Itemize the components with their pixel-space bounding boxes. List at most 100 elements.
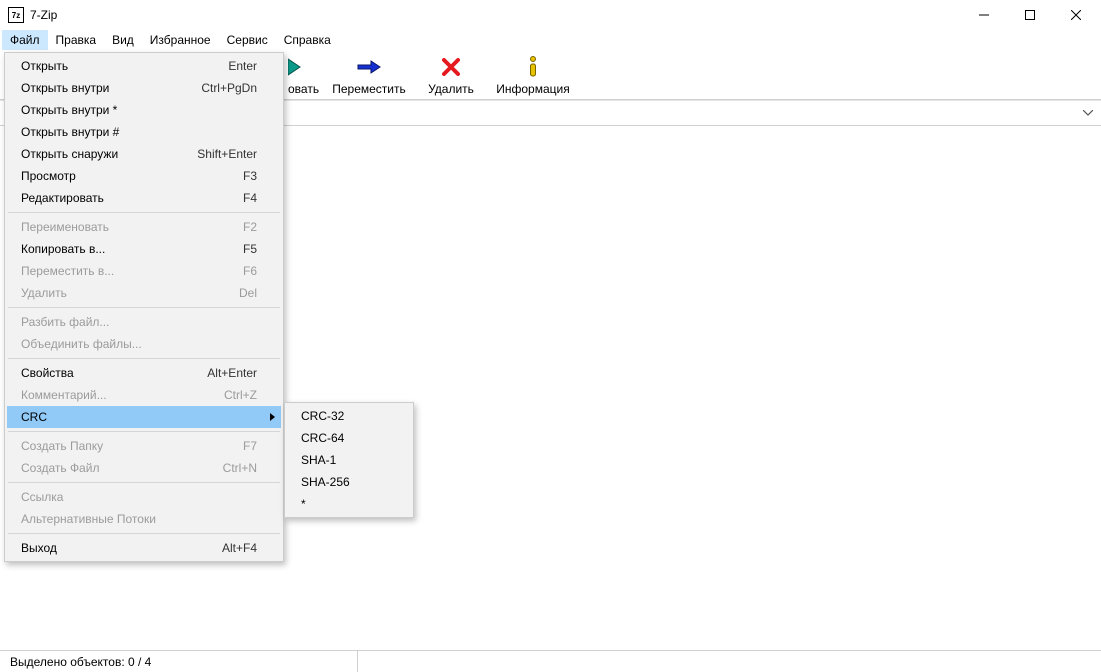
menu-item-label: Ссылка [21, 490, 257, 504]
menu-item-label: Объединить файлы... [21, 337, 257, 351]
file-menu-item[interactable]: РедактироватьF4 [7, 187, 281, 209]
menu-separator [8, 212, 280, 213]
file-menu-item: Создать ФайлCtrl+N [7, 457, 281, 479]
file-menu-item[interactable]: ПросмотрF3 [7, 165, 281, 187]
menu-item-label: Переместить в... [21, 264, 243, 278]
file-menu-item: Ссылка [7, 486, 281, 508]
menu-item-shortcut: Alt+F4 [222, 541, 257, 555]
file-menu-item: Переместить в...F6 [7, 260, 281, 282]
menu-item-shortcut: F5 [243, 242, 257, 256]
menu-item-label: Переименовать [21, 220, 243, 234]
toolbar-info-label: Информация [496, 82, 569, 96]
menu-item-label: Открыть [21, 59, 228, 73]
file-menu-item[interactable]: Копировать в...F5 [7, 238, 281, 260]
menu-item-label: Открыть внутри * [21, 103, 257, 117]
toolbar-move[interactable]: Переместить [328, 50, 410, 99]
menu-item-label: Просмотр [21, 169, 243, 183]
crc-submenu-item[interactable]: SHA-1 [287, 449, 411, 471]
file-menu-item[interactable]: Открыть снаружиShift+Enter [7, 143, 281, 165]
menu-separator [8, 431, 280, 432]
menu-item-shortcut: F3 [243, 169, 257, 183]
menu-item-label: Открыть снаружи [21, 147, 197, 161]
crc-submenu-item[interactable]: CRC-32 [287, 405, 411, 427]
toolbar-extract[interactable]: овать [288, 50, 328, 99]
menu-help[interactable]: Справка [276, 30, 339, 50]
info-icon [526, 54, 540, 80]
menu-item-shortcut: F6 [243, 264, 257, 278]
submenu-arrow-icon [270, 413, 275, 421]
file-menu-item: ПереименоватьF2 [7, 216, 281, 238]
menu-tools[interactable]: Сервис [219, 30, 276, 50]
close-button[interactable] [1053, 0, 1099, 30]
file-menu-item[interactable]: Открыть внутриCtrl+PgDn [7, 77, 281, 99]
menu-item-shortcut: Ctrl+N [223, 461, 257, 475]
file-menu-item[interactable]: ВыходAlt+F4 [7, 537, 281, 559]
toolbar-info[interactable]: Информация [492, 50, 574, 99]
menu-item-label: Создать Файл [21, 461, 223, 475]
maximize-button[interactable] [1007, 0, 1053, 30]
menu-item-label: CRC-64 [301, 431, 387, 445]
menu-item-label: Свойства [21, 366, 207, 380]
menu-favorites[interactable]: Избранное [142, 30, 219, 50]
menu-item-label: CRC-32 [301, 409, 387, 423]
crc-submenu-dropdown: CRC-32 CRC-64 SHA-1 SHA-256 * [284, 402, 414, 518]
file-menu-item: Комментарий...Ctrl+Z [7, 384, 281, 406]
menu-item-label: CRC [21, 410, 257, 424]
chevron-down-icon[interactable] [1081, 106, 1095, 120]
file-menu-item: Создать ПапкуF7 [7, 435, 281, 457]
file-menu-item: Альтернативные Потоки [7, 508, 281, 530]
status-selection: Выделено объектов: 0 / 4 [4, 651, 157, 672]
window-title: 7-Zip [30, 8, 57, 22]
app-icon: 7z [8, 7, 24, 23]
menu-item-label: Открыть внутри [21, 81, 201, 95]
app-window: 7z 7-Zip Файл Правка Вид Избранное Серви… [0, 0, 1101, 672]
toolbar-delete[interactable]: Удалить [410, 50, 492, 99]
status-bar: Выделено объектов: 0 / 4 [0, 650, 1101, 672]
menu-item-label: Комментарий... [21, 388, 224, 402]
menu-item-shortcut: Alt+Enter [207, 366, 257, 380]
menu-item-label: SHA-1 [301, 453, 387, 467]
menubar: Файл Правка Вид Избранное Сервис Справка [0, 30, 1101, 50]
file-menu-item[interactable]: Открыть внутри # [7, 121, 281, 143]
arrow-right-blue-icon [356, 54, 382, 80]
menu-separator [8, 358, 280, 359]
menu-item-label: SHA-256 [301, 475, 387, 489]
menu-item-shortcut: Ctrl+PgDn [201, 81, 257, 95]
menu-item-shortcut: F2 [243, 220, 257, 234]
menu-item-shortcut: F4 [243, 191, 257, 205]
menu-item-label: * [301, 497, 387, 511]
toolbar-move-label: Переместить [332, 82, 406, 96]
menu-item-label: Копировать в... [21, 242, 243, 256]
arrow-right-teal-icon [288, 54, 310, 80]
file-menu-item[interactable]: CRC [7, 406, 281, 428]
file-menu-item[interactable]: ОткрытьEnter [7, 55, 281, 77]
menu-item-label: Редактировать [21, 191, 243, 205]
file-menu-item[interactable]: СвойстваAlt+Enter [7, 362, 281, 384]
menu-file[interactable]: Файл [2, 30, 48, 50]
menu-item-shortcut: Shift+Enter [197, 147, 257, 161]
file-menu-item: Разбить файл... [7, 311, 281, 333]
menu-item-label: Удалить [21, 286, 239, 300]
file-menu-item[interactable]: Открыть внутри * [7, 99, 281, 121]
crc-submenu-item[interactable]: CRC-64 [287, 427, 411, 449]
menu-item-label: Альтернативные Потоки [21, 512, 257, 526]
titlebar: 7z 7-Zip [0, 0, 1101, 30]
menu-item-label: Создать Папку [21, 439, 243, 453]
menu-separator [8, 533, 280, 534]
menu-item-shortcut: Del [239, 286, 257, 300]
crc-submenu-item[interactable]: SHA-256 [287, 471, 411, 493]
status-divider [357, 651, 358, 672]
file-menu-dropdown: ОткрытьEnterОткрыть внутриCtrl+PgDnОткры… [4, 52, 284, 562]
menu-item-label: Выход [21, 541, 222, 555]
toolbar-extract-label: овать [288, 82, 319, 96]
menu-item-shortcut: Enter [228, 59, 257, 73]
menu-view[interactable]: Вид [104, 30, 142, 50]
menu-edit[interactable]: Правка [48, 30, 105, 50]
menu-item-label: Разбить файл... [21, 315, 257, 329]
crc-submenu-item[interactable]: * [287, 493, 411, 515]
file-menu-item: Объединить файлы... [7, 333, 281, 355]
menu-item-label: Открыть внутри # [21, 125, 257, 139]
file-menu-item: УдалитьDel [7, 282, 281, 304]
minimize-button[interactable] [961, 0, 1007, 30]
menu-item-shortcut: F7 [243, 439, 257, 453]
